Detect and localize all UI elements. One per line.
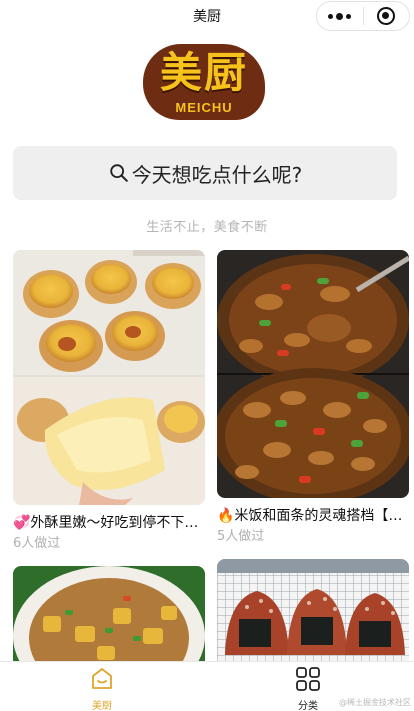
recipe-image [13,566,205,662]
search-bar[interactable]: 今天想吃点什么呢? [13,146,397,200]
logo-wordmark: 美厨 [159,48,248,97]
dot-icon [336,12,344,20]
close-mini-program-button[interactable] [363,2,409,30]
recipe-card[interactable]: 💞外酥里嫩～好吃到停不下… 6人做过 [13,250,205,553]
dot-icon [346,13,352,19]
watermark: @稀土掘金技术社区 [339,698,411,707]
app-logo: 美厨 MEICHU [143,42,265,122]
tab-bar: 美厨 分类 @稀土掘金技术社区 [0,661,414,711]
recipe-card[interactable] [217,559,409,662]
home-icon [92,668,112,689]
more-menu-button[interactable] [317,2,363,30]
grid-icon [296,667,320,691]
tab-home-label: 美厨 [92,701,112,711]
search-placeholder: 今天想吃点什么呢? [131,162,303,187]
recipe-made-count: 6人做过 [13,536,61,551]
tab-home[interactable]: 美厨 [72,662,132,711]
recipe-card[interactable] [13,566,205,662]
tab-category-label: 分类 [298,701,318,711]
target-circle-icon [377,7,396,25]
navigation-bar: 美厨 [0,0,414,32]
recipe-image [13,250,205,505]
search-icon [109,164,128,182]
recipe-title: 💞外酥里嫩～好吃到停不下… [13,515,199,531]
logo-subtitle: MEICHU [175,100,233,115]
dot-icon [328,13,334,19]
recipe-title: 🔥米饭和面条的灵魂搭档【… [217,508,403,524]
recipe-image [217,559,409,662]
recipe-image [217,250,409,498]
recipe-card[interactable]: 🔥米饭和面条的灵魂搭档【… 5人做过 [217,250,409,546]
tab-category[interactable]: 分类 [278,662,338,711]
recipe-made-count: 5人做过 [217,529,265,544]
slogan-text: 生活不止，美食不断 [146,220,268,235]
mini-program-capsule [316,1,410,31]
